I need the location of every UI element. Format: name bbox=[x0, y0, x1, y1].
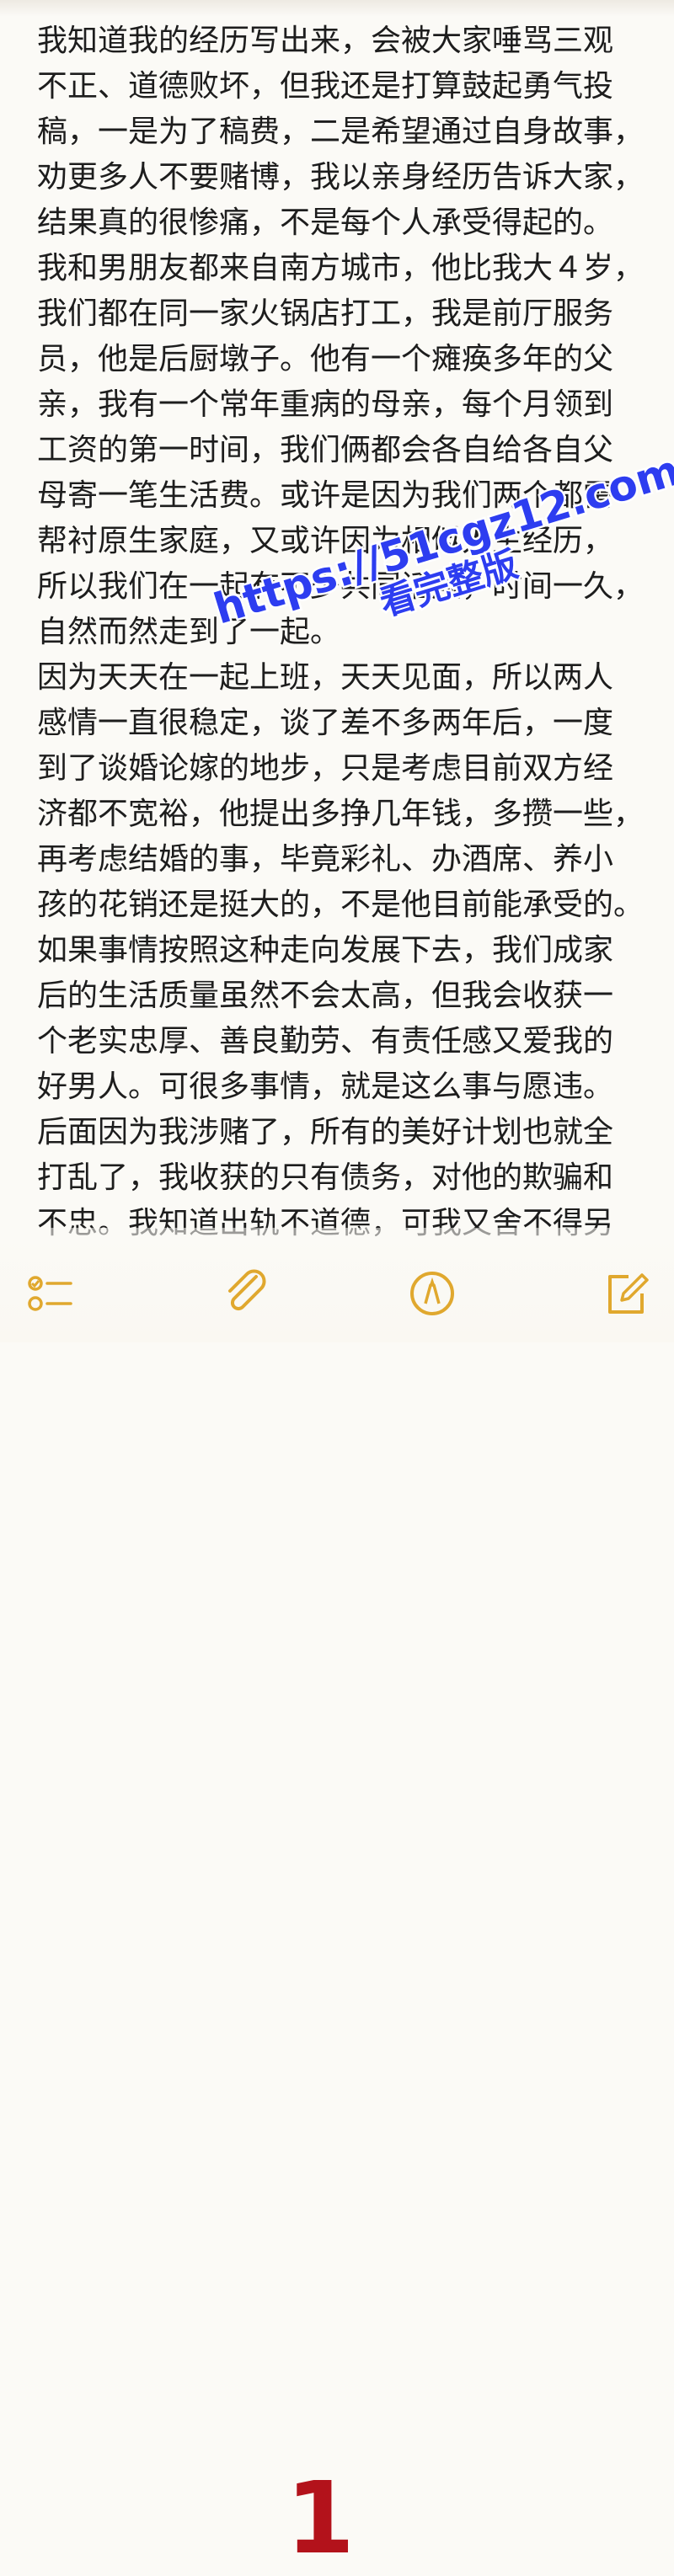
page-marker: 1 bbox=[285, 2460, 356, 2576]
paperclip-icon bbox=[228, 1269, 266, 1311]
compose-button[interactable] bbox=[596, 1265, 655, 1324]
note-line: 济都不宽裕，他提出多挣几年钱，多攒一些， bbox=[37, 797, 645, 831]
note-line: 我知道我的经历写出来，会被大家唾骂三观 bbox=[37, 24, 614, 58]
note-line: 后的生活质量虽然不会太高，但我会收获一 bbox=[37, 979, 614, 1013]
note-line: 打乱了，我收获的只有债务，对他的欺骗和 bbox=[37, 1160, 614, 1195]
note-line: 所以我们在一起有不少共同话题，时间一久， bbox=[37, 569, 645, 604]
note-line: 我和男朋友都来自南方城市，他比我大４岁， bbox=[37, 251, 645, 285]
note-line: 员，他是后厨墩子。他有一个瘫痪多年的父 bbox=[37, 342, 614, 376]
note-line: 后面因为我涉赌了，所有的美好计划也就全 bbox=[37, 1115, 614, 1149]
note-line: 个老实忠厚、善良勤劳、有责任感又爱我的 bbox=[37, 1024, 614, 1059]
note-line: 母寄一笔生活费。或许是因为我们两个都需 bbox=[37, 478, 614, 513]
note-line: 因为天天在一起上班，天天见面，所以两人 bbox=[37, 660, 614, 695]
note-line: 稿，一是为了稿费，二是希望通过自身故事， bbox=[37, 115, 645, 149]
note-line: 劝更多人不要赌博，我以亲身经历告诉大家， bbox=[37, 160, 645, 195]
note-body[interactable]: 我知道我的经历写出来，会被大家唾骂三观 不正、道德败坏，但我还是打算鼓起勇气投 … bbox=[0, 0, 674, 1342]
note-line: 帮衬原生家庭，又或许因为相似人生经历， bbox=[37, 524, 614, 558]
attach-button[interactable] bbox=[217, 1265, 276, 1324]
note-line: 不正、道德败坏，但我还是打算鼓起勇气投 bbox=[37, 69, 614, 104]
compose-icon bbox=[608, 1273, 649, 1314]
note-line: 工资的第一时间，我们俩都会各自给各自父 bbox=[37, 433, 614, 467]
note-line: 到了谈婚论嫁的地步，只是考虑目前双方经 bbox=[37, 751, 614, 786]
note-line: 结果真的很惨痛，不是每个人承受得起的。 bbox=[37, 205, 614, 240]
note-line: 亲，我有一个常年重病的母亲，每个月领到 bbox=[37, 387, 614, 422]
note-line: 如果事情按照这种走向发展下去，我们成家 bbox=[37, 933, 614, 968]
note-line: 好男人。可很多事情，就是这么事与愿违。 bbox=[37, 1069, 614, 1104]
note-line: 再考虑结婚的事，毕竟彩礼、办酒席、养小 bbox=[37, 842, 614, 877]
note-line: 自然而然走到了一起。 bbox=[37, 615, 341, 649]
note-line: 我们都在同一家火锅店打工，我是前厅服务 bbox=[37, 296, 614, 331]
bottom-toolbar: 1 bbox=[0, 1228, 674, 2570]
checklist-icon bbox=[28, 1276, 72, 1311]
checklist-button[interactable] bbox=[24, 1265, 83, 1324]
note-line: 孩的花销还是挺大的，不是他目前能承受的。 bbox=[37, 888, 645, 922]
markup-button[interactable] bbox=[403, 1265, 462, 1324]
pen-circle-icon bbox=[410, 1272, 454, 1315]
note-line: 感情一直很稳定，谈了差不多两年后，一度 bbox=[37, 706, 614, 740]
top-fade bbox=[0, 0, 674, 17]
